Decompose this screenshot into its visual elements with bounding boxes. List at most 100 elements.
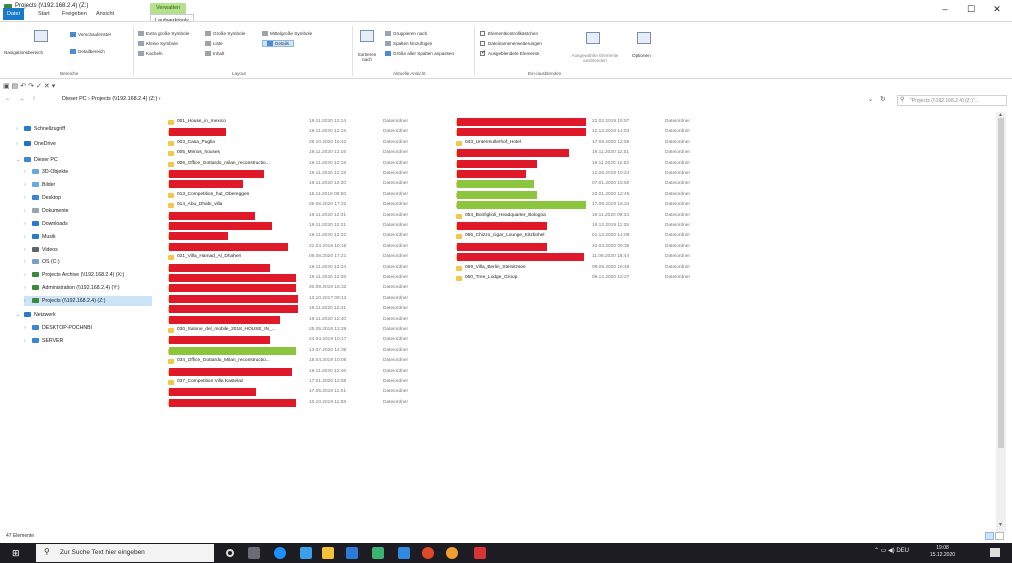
file-name[interactable]: 014_Abu_Dhabi_villa (177, 200, 222, 210)
file-row[interactable]: 021_Villa_Hamad_Al_Dhaheri 06.06.2020 17:… (168, 252, 423, 262)
chevron-down-icon[interactable]: ⌄ (16, 155, 24, 165)
file-extensions-toggle[interactable]: Dateinamenerweiterungen (480, 41, 542, 47)
tab-datei[interactable]: Datei (3, 8, 24, 20)
medium-icons-option[interactable]: Mittelgroße Symbole (262, 31, 312, 37)
nav-item-administration-192-168-2-4-y[interactable]: › Administration (\\192.168.2.4) (Y:) (24, 283, 152, 293)
file-row[interactable]: 22.02.2019 15:57 Dateiordner (456, 117, 705, 127)
nav-item-3d-objekte[interactable]: › 3D-Objekte (24, 167, 152, 177)
search-input[interactable]: "Projects (\\192.168.2.4) (Z:)"... (897, 95, 1007, 106)
nav-item-onedrive[interactable]: › OneDrive (16, 139, 152, 149)
file-row[interactable]: 19.11.2020 12:36 Dateiordner (168, 273, 423, 283)
tiles-option[interactable]: Kacheln (138, 51, 163, 57)
tab-start[interactable]: Start (34, 8, 54, 20)
nav-item-projects-192-168-2-4-z[interactable]: › Projects (\\192.168.2.4) (Z:) (24, 296, 152, 306)
large-icons-view-icon[interactable] (995, 532, 1004, 540)
file-row[interactable]: 21.03.2018 10:16 Dateiordner (168, 242, 423, 252)
file-row[interactable]: 19.11.2020 12:34 Dateiordner (168, 263, 423, 273)
chevron-right-icon[interactable]: › (24, 167, 32, 177)
file-row[interactable]: 19.11.2020 12:41 Dateiordner (168, 304, 423, 314)
chevron-down-icon[interactable]: ⌄ (16, 310, 24, 320)
options-button[interactable]: Optionen (632, 53, 651, 58)
store-icon[interactable] (300, 547, 312, 559)
file-name[interactable]: 056_Chizzo_cigar_Lounge_Kitzbühel (465, 231, 544, 241)
file-row[interactable]: 19.11.2020 12:20 Dateiordner (168, 179, 423, 189)
file-row[interactable]: 19.11.2020 12:18 Dateiordner (168, 169, 423, 179)
details-view-icon[interactable] (985, 532, 994, 540)
chevron-right-icon[interactable]: › (16, 139, 24, 149)
detailbereich-button[interactable]: Detailbereich (70, 49, 105, 55)
chevron-right-icon[interactable]: › (24, 257, 32, 267)
chevron-right-icon[interactable]: › (24, 323, 32, 333)
taskbar-search-input[interactable]: Zur Suche Text hier eingeben (36, 544, 214, 562)
file-row[interactable]: 059_Villa_Berlin_Steinitzsee 09.09.2020 1… (456, 263, 705, 273)
nav-item-netzwerk[interactable]: ⌄ Netzwerk (16, 310, 152, 320)
nav-item-bilder[interactable]: › Bilder (24, 180, 152, 190)
vorschaufenster-button[interactable]: Vorschaufenster (70, 32, 111, 38)
chevron-right-icon[interactable]: › (24, 270, 32, 280)
file-name[interactable]: 013_Competition_hut_Obereggen (177, 190, 249, 200)
file-row[interactable]: 005_Mimos_houses 19.11.2020 12:16 Dateiord… (168, 148, 423, 158)
tab-ansicht[interactable]: Ansicht (92, 8, 118, 20)
file-row[interactable]: 19.11.2020 12:31 Dateiordner (168, 211, 423, 221)
chevron-right-icon[interactable]: › (24, 296, 32, 306)
nav-item-videos[interactable]: › Videos (24, 245, 152, 255)
nav-item-musik[interactable]: › Musik (24, 232, 152, 242)
file-row[interactable]: 19.11.2020 12:52 Dateiordner (456, 159, 705, 169)
navigation-arrows[interactable]: ← → ↑ (5, 96, 38, 102)
file-row[interactable]: 003_Casa_Puglia 28.10.2020 16:42 Dateiordn… (168, 138, 423, 148)
chevron-right-icon[interactable]: › (24, 283, 32, 293)
add-columns-button[interactable]: Spalten hinzufügen (385, 41, 432, 47)
file-row[interactable]: 07.01.2020 15:50 Dateiordner (456, 179, 705, 189)
file-row[interactable]: 19.11.2020 12:31 Dateiordner (168, 221, 423, 231)
file-row[interactable]: 10.03.2020 09:36 Dateiordner (456, 242, 705, 252)
file-row[interactable]: 20.09.2018 16:32 Dateiordner (168, 283, 423, 293)
extra-large-icons-option[interactable]: Extra große Symbole (138, 31, 189, 37)
chevron-right-icon[interactable]: › (16, 124, 24, 134)
file-row[interactable]: 030_Salone_del_mobile_2018_HOUSE_IN_... 2… (168, 325, 423, 335)
vertical-scrollbar[interactable]: ▲ ▼ (996, 112, 1006, 532)
nav-item-desktop-pochnbi[interactable]: › DESKTOP-POCHNBI (24, 323, 152, 333)
file-row[interactable]: 19.11.2020 12:46 Dateiordner (168, 367, 423, 377)
file-row[interactable]: 24.04.2019 10:17 Dateiordner (168, 335, 423, 345)
nav-item-schnellzugriff[interactable]: › Schnellzugriff (16, 124, 152, 134)
language-indicator[interactable]: DEU (896, 548, 909, 554)
file-row[interactable]: 043_Untermullerhof_Hotel 17.08.2020 12:58… (456, 138, 705, 148)
sort-button[interactable]: Sortieren nach (355, 52, 379, 62)
file-row[interactable]: 013_Competition_hut_Obereggen 16.11.2018 … (168, 190, 423, 200)
file-name[interactable]: 060_Tree_Lodge_Group (465, 273, 517, 283)
refresh-icon[interactable]: ↻ (880, 95, 886, 103)
notification-icon[interactable] (990, 548, 1000, 557)
file-row[interactable]: 12.12.2018 14:53 Dateiordner (456, 127, 705, 137)
cortana-icon[interactable] (226, 549, 234, 557)
file-row[interactable]: 17.09.2019 16:34 Dateiordner (456, 200, 705, 210)
large-icons-option[interactable]: Große Symbole (205, 31, 245, 37)
file-row[interactable]: 19.11.2020 12:32 Dateiordner (168, 231, 423, 241)
file-row[interactable]: 19.11.2020 12:40 Dateiordner (168, 315, 423, 325)
file-row[interactable]: 014_Abu_Dhabi_villa 06.06.2020 17:22 Datei… (168, 200, 423, 210)
chevron-right-icon[interactable]: › (24, 232, 32, 242)
file-name[interactable]: 003_Casa_Puglia (177, 138, 215, 148)
chevron-right-icon[interactable]: › (24, 245, 32, 255)
file-row[interactable]: 037_Competition Villa Kastelaz 17.01.2020… (168, 377, 423, 387)
app-red-icon[interactable] (422, 547, 434, 559)
edge-icon[interactable] (274, 547, 286, 559)
file-name[interactable]: 006_Office_Gottardo_milan_reconstructio.… (177, 159, 270, 169)
file-row[interactable]: 13.07.2020 14:36 Dateiordner (168, 346, 423, 356)
hidden-items-toggle[interactable]: Ausgeblendete Elemente (480, 49, 539, 57)
file-row[interactable]: 034_Office_Gottardo_Milan_reconstructio.… (168, 356, 423, 366)
tab-freigeben[interactable]: Freigeben (58, 8, 91, 20)
file-row[interactable]: 17.05.2018 11:01 Dateiordner (168, 387, 423, 397)
list-option[interactable]: Liste (205, 41, 223, 47)
chevron-down-icon[interactable]: ⌄ (868, 96, 873, 103)
chevron-right-icon[interactable]: › (24, 219, 32, 229)
small-icons-option[interactable]: Kleine Symbole (138, 41, 178, 47)
file-row[interactable]: 23.01.2020 12:45 Dateiordner (456, 190, 705, 200)
nav-item-dokumente[interactable]: › Dokumente (24, 206, 152, 216)
nav-item-server[interactable]: › SERVER (24, 336, 152, 346)
nav-item-desktop[interactable]: › Desktop (24, 193, 152, 203)
maps-icon[interactable] (372, 547, 384, 559)
mail-icon[interactable] (346, 547, 358, 559)
chevron-right-icon[interactable]: › (24, 193, 32, 203)
file-row[interactable]: 19.11.2020 12:15 Dateiordner (168, 127, 423, 137)
details-option[interactable]: Details (262, 40, 295, 48)
